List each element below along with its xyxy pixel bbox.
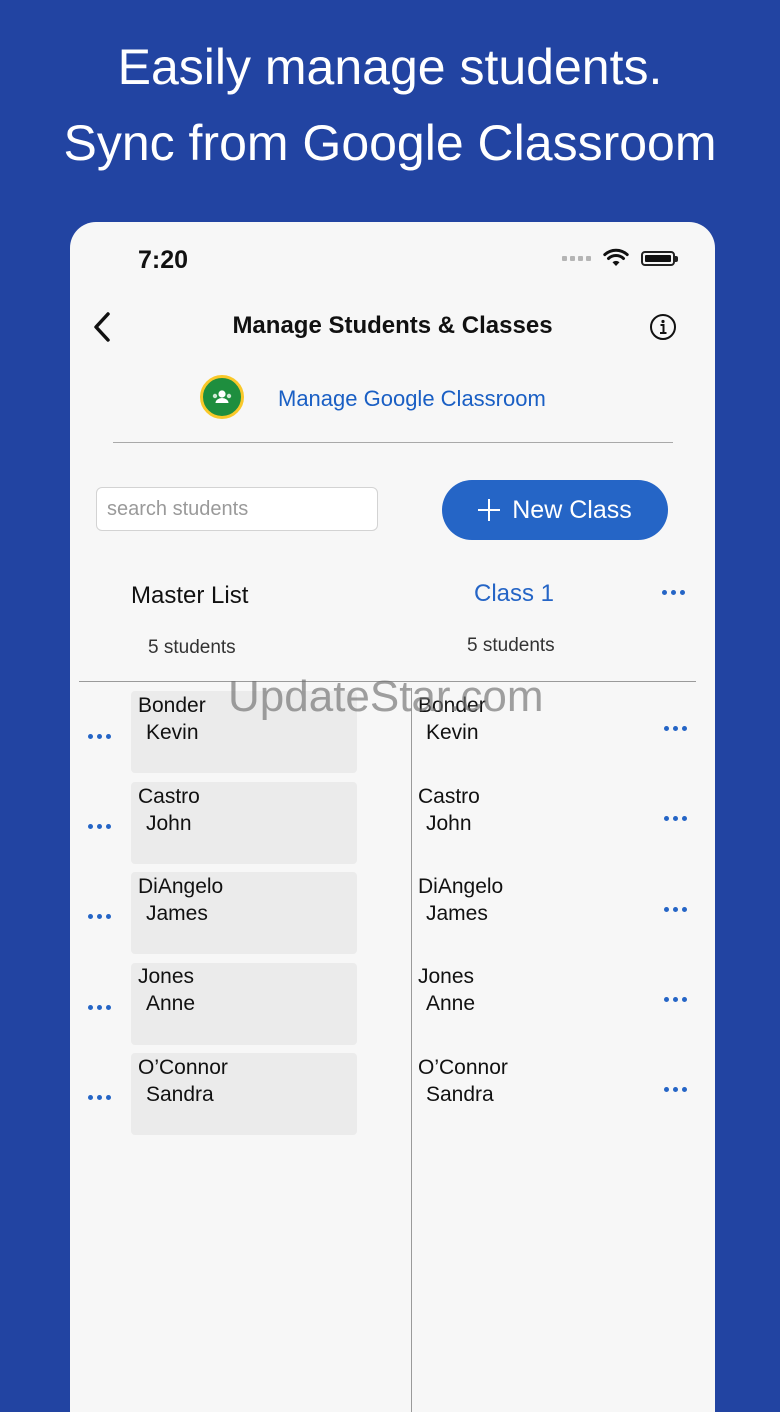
divider — [113, 442, 673, 443]
student-first-name: John — [146, 812, 192, 835]
column-divider — [411, 688, 412, 1412]
master-list-count: 5 students — [148, 637, 236, 658]
search-input[interactable] — [96, 487, 378, 531]
student-first-name: James — [146, 902, 208, 925]
class-row-more-dots-icon[interactable] — [660, 722, 691, 735]
master-row-more-dots-icon[interactable] — [84, 1091, 115, 1104]
student-first-name: Anne — [146, 992, 196, 1015]
new-class-label: New Class — [512, 495, 632, 524]
page-title: Manage Students & Classes — [232, 312, 553, 339]
class-student-first-name[interactable]: John — [426, 810, 472, 837]
status-time: 7:20 — [138, 246, 189, 274]
master-row-more-dots-icon[interactable] — [84, 910, 115, 923]
master-row-more-dots-icon[interactable] — [84, 820, 115, 833]
signal-icon — [562, 255, 591, 261]
student-last-name: Castro — [138, 785, 200, 808]
student-last-name: Jones — [138, 965, 195, 988]
master-row-more-dots-icon[interactable] — [84, 1001, 115, 1014]
class-row-more-dots-icon[interactable] — [660, 1083, 691, 1096]
class-student-first-name[interactable]: Sandra — [426, 1081, 494, 1108]
class-row-more-dots-icon[interactable] — [660, 993, 691, 1006]
class-student-last-name[interactable]: Jones — [418, 963, 474, 990]
class-student-last-name[interactable]: Castro — [418, 783, 480, 810]
class-row-more-dots-icon[interactable] — [660, 812, 691, 825]
student-last-name: Bonder — [138, 694, 206, 717]
watermark: UpdateStar.com — [228, 672, 544, 721]
phone-screen: 7:20 Manage Students & Classes Manage Go… — [70, 222, 715, 1412]
class-row-more-dots-icon[interactable] — [660, 903, 691, 916]
plus-icon — [478, 499, 501, 521]
class-student-last-name[interactable]: DiAngelo — [418, 873, 503, 900]
promo-headline-2: Sync from Google Classroom — [63, 115, 717, 171]
class-more-dots-icon[interactable] — [658, 586, 689, 599]
new-class-button[interactable]: New Class — [442, 480, 668, 540]
class-student-last-name[interactable]: O’Connor — [418, 1054, 508, 1081]
class-student-first-name[interactable]: James — [426, 900, 488, 927]
status-icons — [562, 248, 678, 268]
battery-icon — [641, 250, 678, 266]
wifi-icon — [603, 248, 629, 266]
class-title[interactable]: Class 1 — [474, 580, 554, 608]
student-last-name: O’Connor — [138, 1056, 228, 1079]
student-first-name: Sandra — [146, 1083, 214, 1106]
promo-headline-1: Easily manage students. — [117, 39, 663, 95]
class-count: 5 students — [467, 635, 555, 656]
google-classroom-icon[interactable] — [200, 375, 244, 419]
class-student-first-name[interactable]: Anne — [426, 990, 475, 1017]
info-icon[interactable] — [649, 313, 677, 341]
master-row-more-dots-icon[interactable] — [84, 730, 115, 743]
student-first-name: Kevin — [146, 721, 199, 744]
manage-google-classroom-link[interactable]: Manage Google Classroom — [278, 386, 546, 412]
class-student-first-name[interactable]: Kevin — [426, 719, 479, 746]
master-list-title: Master List — [131, 582, 249, 609]
student-last-name: DiAngelo — [138, 875, 224, 898]
